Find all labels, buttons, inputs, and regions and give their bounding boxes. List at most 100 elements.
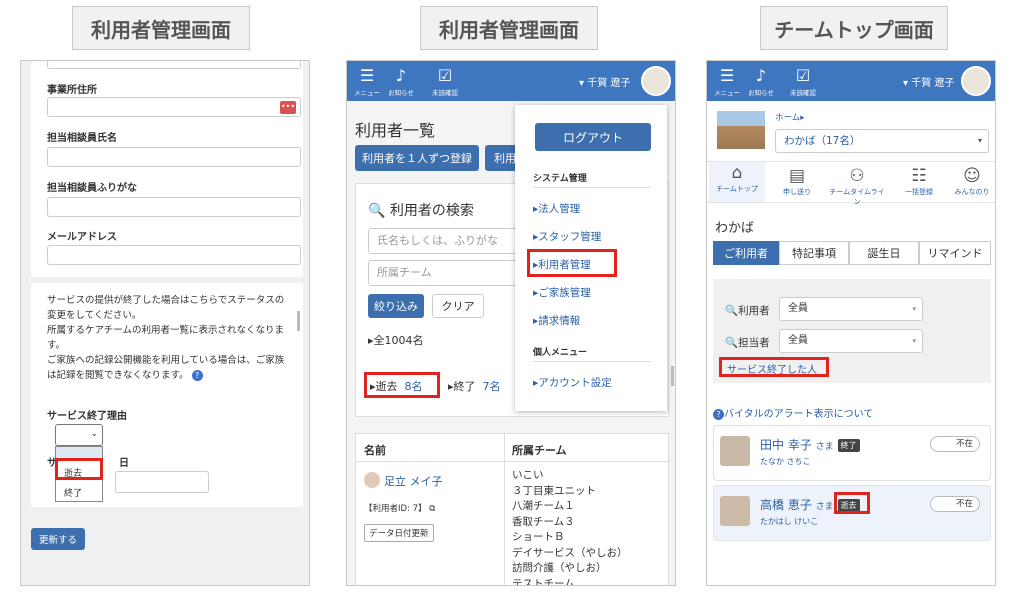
col-team-header: 所属チーム xyxy=(512,444,567,457)
user-card[interactable]: 田中 幸子 さま 終了 たなか さちこ 不在 xyxy=(713,425,991,481)
ended-filter[interactable]: ▸終了 7名 xyxy=(448,378,501,394)
staff-filter-text: 担当者 xyxy=(738,337,770,349)
chevron-down-icon: ▾ xyxy=(977,136,982,145)
user-list-panel: ☰ メニュー ♪ お知らせ ☑ 未読確認 ▾ 千賀 遼子 利用者一覧 利用者を１人ずつ… xyxy=(346,60,676,586)
logout-button[interactable]: ログアウト xyxy=(535,123,651,151)
personal-menu-heading: 個人メニュー xyxy=(533,348,588,358)
scrollbar[interactable] xyxy=(297,311,300,331)
staff-name-field[interactable] xyxy=(47,147,301,167)
menu-corporation[interactable]: ▸法人管理 xyxy=(533,201,580,216)
nav-timeline[interactable]: ⚇ チームタイムライン xyxy=(829,165,885,207)
team-select[interactable]: わかば（17名） ▾ xyxy=(775,129,989,153)
staff-kana-label: 担当相談員ふりがな xyxy=(47,183,137,194)
ended-count: 7名 xyxy=(482,380,501,393)
menu-family[interactable]: ▸ご家族管理 xyxy=(533,285,591,300)
scrollbar[interactable] xyxy=(671,366,674,386)
search-title-text: 利用者の検索 xyxy=(389,203,474,219)
user-filter-text: 利用者 xyxy=(738,305,770,317)
search-title: 🔍 利用者の検索 xyxy=(368,200,474,220)
user-card[interactable]: 高橋 恵子 さま 逝去 たかはし けいこ 不在 xyxy=(713,485,991,541)
user-honorific: さま xyxy=(815,442,834,452)
team-top-panel: ☰ メニュー ♪ お知らせ ☑ 未読確認 ▾ 千賀 遼子 ホーム▸ わかば（17名） … xyxy=(706,60,996,586)
user-name-link[interactable]: 足立 メイ子 xyxy=(384,473,443,489)
team-photo xyxy=(717,111,765,149)
hamburger-icon: ☰ xyxy=(359,66,375,85)
person-clock-icon: ☺ xyxy=(963,166,981,186)
presence-toggle[interactable]: 不在 xyxy=(930,436,980,452)
nav-team-top[interactable]: ⌂ チームトップ xyxy=(709,162,765,202)
nav-bulk[interactable]: ☷ 一括登録 xyxy=(891,165,947,197)
user-menu[interactable]: ▾ 千賀 遼子 xyxy=(903,74,954,89)
chevron-down-icon: ▾ xyxy=(912,305,916,313)
avatar[interactable] xyxy=(641,66,671,96)
unconfirmed-button[interactable]: ☑ 未読確認 xyxy=(785,65,821,97)
staff-kana-field[interactable] xyxy=(47,197,301,217)
user-filter-select[interactable]: 全員 ▾ xyxy=(779,297,923,321)
total-count[interactable]: ▸全1004名 xyxy=(368,332,424,348)
user-filter-label: 🔍利用者 xyxy=(725,303,770,318)
note-line: す。 xyxy=(47,340,66,351)
update-button[interactable]: 更新する xyxy=(31,528,85,550)
menu-button[interactable]: ☰ メニュー xyxy=(349,65,385,97)
end-reason-select[interactable]: ⌄ xyxy=(55,424,103,446)
tab-remind[interactable]: リマインド xyxy=(919,241,991,265)
notice-button[interactable]: ♪ お知らせ xyxy=(743,65,779,97)
highlight-user-management xyxy=(527,249,617,277)
notice-label: お知らせ xyxy=(388,89,414,97)
nav-everyone[interactable]: ☺ みんなのり xyxy=(947,165,995,197)
user-photo xyxy=(720,496,750,526)
end-date-field[interactable] xyxy=(115,471,209,493)
breadcrumb-home[interactable]: ホーム▸ xyxy=(775,111,805,123)
menu-label: メニュー xyxy=(714,89,740,97)
tab-birthday[interactable]: 誕生日 xyxy=(849,241,919,265)
filter-button[interactable]: 絞り込み xyxy=(368,294,424,318)
highlight-deceased-option xyxy=(55,458,103,480)
menu-divider xyxy=(533,361,651,362)
team-search-input[interactable]: 所属チーム xyxy=(368,260,528,286)
copy-icon[interactable]: ⧉ xyxy=(429,504,435,514)
highlight-deceased-filter xyxy=(364,372,440,398)
vital-alert-text: バイタルのアラート表示について xyxy=(724,409,874,420)
nav-label: チームトップ xyxy=(716,185,758,193)
name-search-input[interactable]: 氏名もしくは、ふりがな xyxy=(368,228,528,254)
account-dropdown-menu: ログアウト システム管理 ▸法人管理 ▸スタッフ管理 ▸利用者管理 ▸ご家族管理… xyxy=(515,105,667,411)
email-field[interactable] xyxy=(47,245,301,265)
menu-button[interactable]: ☰ メニュー xyxy=(709,65,745,97)
menu-account-settings[interactable]: ▸アカウント設定 xyxy=(533,375,612,390)
register-one-button[interactable]: 利用者を１人ずつ登録 xyxy=(355,145,479,171)
avatar[interactable] xyxy=(961,66,991,96)
clipboard-icon: ▤ xyxy=(788,166,806,186)
nav-handover[interactable]: ▤ 申し送り xyxy=(769,165,825,197)
data-update-button[interactable]: データ日付更新 xyxy=(364,524,434,542)
user-menu[interactable]: ▾ 千賀 遼子 xyxy=(579,74,630,89)
user-table: 名前 所属チーム 足立 メイ子 【利用者ID: 7】 ⧉ データ日付更新 いこい… xyxy=(355,433,670,585)
presence-toggle[interactable]: 不在 xyxy=(930,496,980,512)
dropdown-option-ended[interactable]: 終了 xyxy=(56,487,102,501)
status-badge: 終了 xyxy=(837,439,860,452)
top-bar: ☰ メニュー ♪ お知らせ ☑ 未読確認 ▾ 千賀 遼子 xyxy=(707,61,995,101)
team-item: ショートＢ xyxy=(512,531,565,543)
office-address-field[interactable]: ••• xyxy=(47,97,301,117)
tab-special-notes[interactable]: 特記事項 xyxy=(779,241,849,265)
help-icon[interactable]: ? xyxy=(191,370,203,381)
unconfirmed-button[interactable]: ☑ 未読確認 xyxy=(427,65,463,97)
clipboard-check-icon: ☑ xyxy=(437,66,453,85)
calendar-icon[interactable]: ••• xyxy=(280,101,296,114)
people-icon: ⚇ xyxy=(849,166,865,186)
note-line: 所属するケアチームの利用者一覧に表示されなくなりま xyxy=(47,325,285,336)
unconfirmed-label: 未読確認 xyxy=(790,89,816,97)
staff-filter-value: 全員 xyxy=(788,335,808,346)
vital-alert-link[interactable]: ? バイタルのアラート表示について xyxy=(713,405,873,420)
user-id-text: 【利用者ID: 7】 xyxy=(364,504,427,514)
search-icon: 🔍 xyxy=(725,305,739,317)
top-field[interactable] xyxy=(47,61,301,69)
clear-button[interactable]: クリア xyxy=(432,294,484,318)
tab-users[interactable]: ご利用者 xyxy=(713,241,779,265)
menu-staff[interactable]: ▸スタッフ管理 xyxy=(533,229,601,244)
staff-filter-select[interactable]: 全員 ▾ xyxy=(779,329,923,353)
menu-billing[interactable]: ▸請求情報 xyxy=(533,313,580,328)
notice-button[interactable]: ♪ お知らせ xyxy=(383,65,419,97)
email-label: メールアドレス xyxy=(47,232,117,243)
team-item: ３丁目東ユニット xyxy=(512,484,596,497)
nav-label: 申し送り xyxy=(783,188,811,196)
